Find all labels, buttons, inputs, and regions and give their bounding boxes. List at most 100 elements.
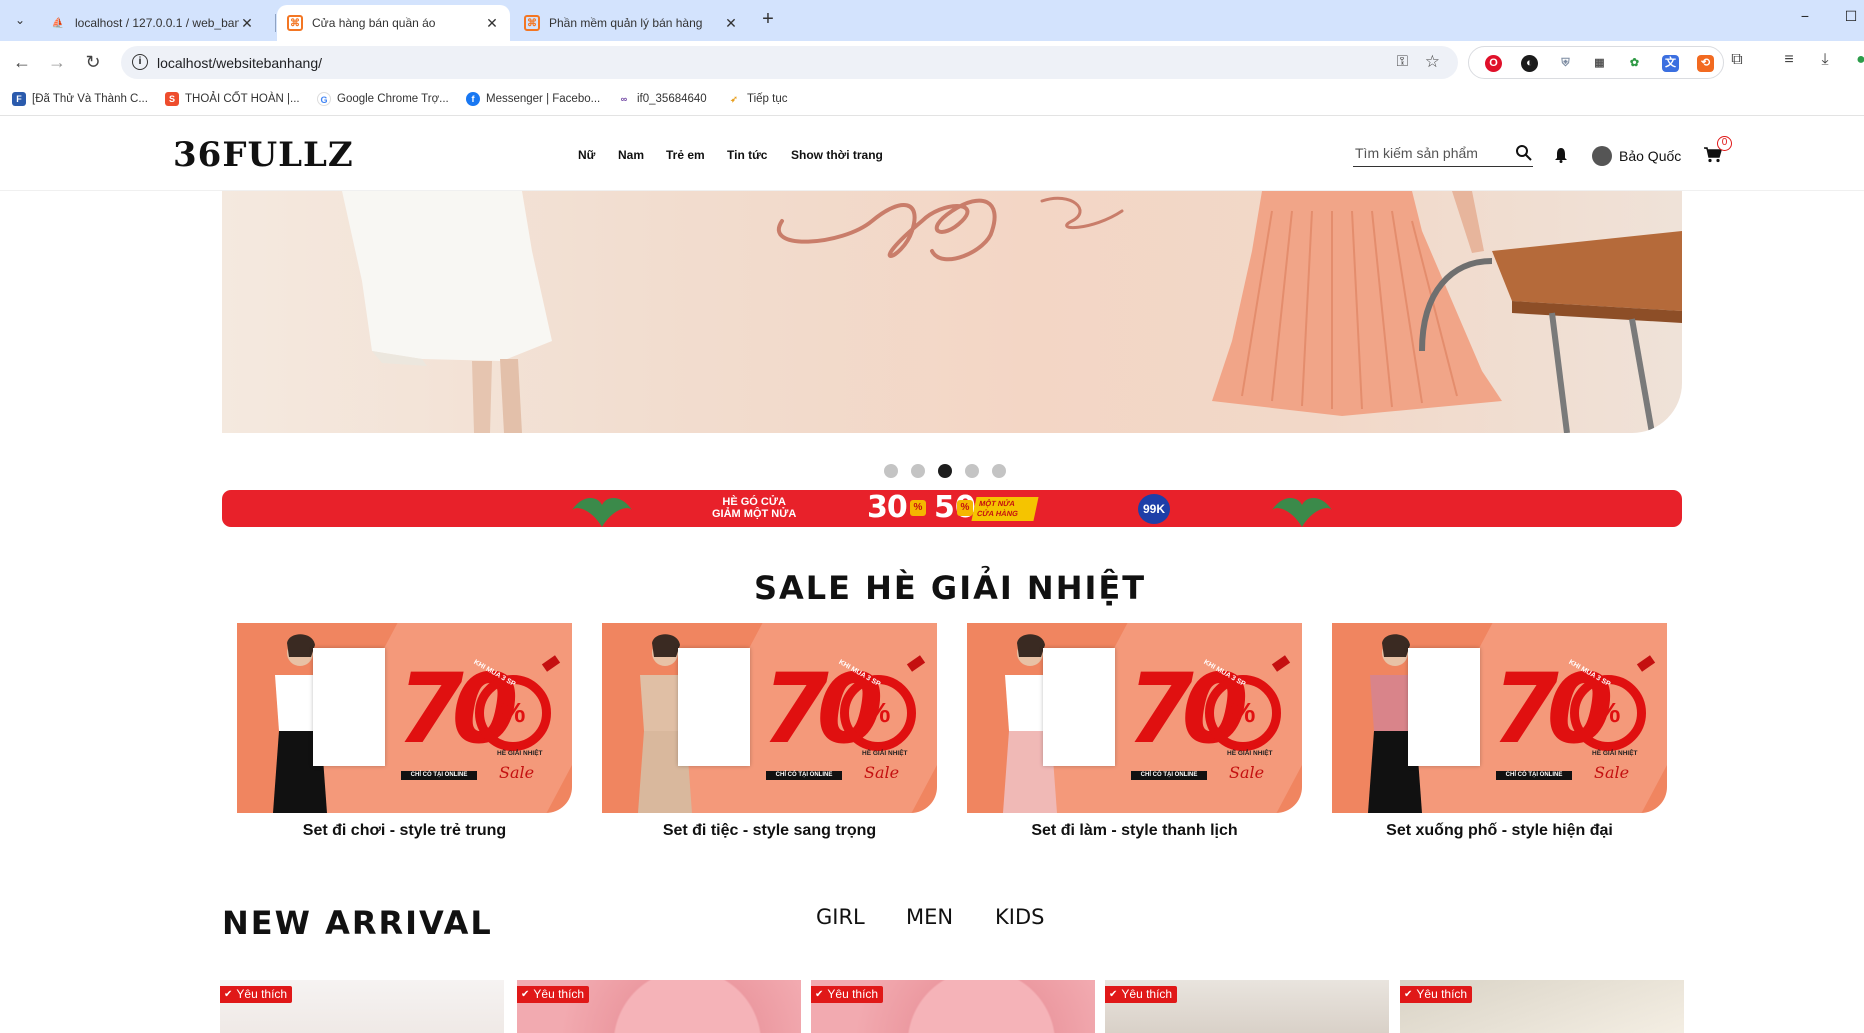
sale-script: Sale xyxy=(1229,763,1265,782)
product-card[interactable]: ✔ Yêu thích xyxy=(220,980,504,1033)
sale-script: Sale xyxy=(864,763,900,782)
extensions-puzzle-icon[interactable]: ⧉ xyxy=(1726,51,1748,69)
tab-search-button[interactable]: ⌄ xyxy=(9,9,31,31)
translate-extension-icon[interactable]: 文 xyxy=(1662,55,1679,72)
opera-extension-icon[interactable]: O xyxy=(1485,55,1502,72)
bookmark-item[interactable]: F [Đã Thử Và Thành C... xyxy=(12,92,148,106)
tab-title: Phần mềm quản lý bán hàng xyxy=(549,16,703,30)
shield-extension-icon[interactable]: ⛨ xyxy=(1557,55,1574,72)
tab-title: Cửa hàng bán quần áo xyxy=(312,16,436,30)
new-arrival-title: NEW ARRIVAL xyxy=(222,904,493,942)
tab-phpmyadmin[interactable]: ⛵ localhost / 127.0.0.1 / web_banhang ✕ xyxy=(40,5,265,41)
tab-title: localhost / 127.0.0.1 / web_banhang xyxy=(75,16,239,30)
hero-banner-image xyxy=(342,191,1682,433)
close-tab-icon[interactable]: ✕ xyxy=(239,15,255,32)
palm-leaf-icon xyxy=(572,498,632,527)
product-photo xyxy=(678,648,750,766)
bookmark-label: [Đã Thử Và Thành C... xyxy=(32,93,148,105)
favorite-badge: ✔ Yêu thích xyxy=(1105,986,1178,1003)
sale-card[interactable]: 70% KHI MUA 3 SP HÈ GIẢI NHIỆT CHỈ CÓ TẠI O… xyxy=(967,623,1302,813)
avatar[interactable] xyxy=(1592,146,1612,166)
new-tab-button[interactable]: + xyxy=(757,9,779,31)
forward-button[interactable]: → xyxy=(45,51,69,75)
promo-subtag-1: MỘT NỬA xyxy=(978,499,1016,508)
nav-men[interactable]: Nam xyxy=(618,148,644,162)
favorite-label: Yêu thích xyxy=(533,987,585,1001)
product-card[interactable]: ✔ Yêu thích xyxy=(1105,980,1389,1033)
back-button[interactable]: ← xyxy=(10,51,34,75)
carousel-dot-4[interactable] xyxy=(965,464,979,478)
profile-icon[interactable]: ● xyxy=(1850,51,1864,69)
nav-news[interactable]: Tin tức xyxy=(727,148,767,162)
check-icon: ✔ xyxy=(1404,989,1413,1000)
clover-extension-icon[interactable]: ✿ xyxy=(1626,55,1643,72)
product-card[interactable]: ✔ Yêu thích xyxy=(1400,980,1684,1033)
tab-girl[interactable]: GIRL xyxy=(816,905,865,929)
favorite-badge: ✔ Yêu thích xyxy=(220,986,293,1003)
bell-icon[interactable] xyxy=(1553,147,1569,163)
site-info-icon[interactable]: i xyxy=(132,54,148,70)
promo-30: 30 xyxy=(867,490,908,525)
favorite-label: Yêu thích xyxy=(827,987,879,1001)
product-card[interactable]: ✔ Yêu thích xyxy=(517,980,801,1033)
password-key-icon[interactable]: ⚿ xyxy=(1397,53,1408,70)
palm-leaf-icon xyxy=(1272,498,1332,527)
bookmark-label: Messenger | Facebo... xyxy=(486,93,601,105)
user-name[interactable]: Bảo Quốc xyxy=(1619,148,1681,164)
nav-kids[interactable]: Trẻ em xyxy=(666,148,705,162)
carousel-dot-1[interactable] xyxy=(884,464,898,478)
bookmark-item[interactable]: f Messenger | Facebo... xyxy=(466,92,600,106)
promo-line-1: HÈ GÓ CỬA xyxy=(722,496,786,508)
bookmark-item[interactable]: G Google Chrome Trợ... xyxy=(317,92,449,106)
sale-card[interactable]: 70% KHI MUA 3 SP HÈ GIẢI NHIỆT CHỈ CÓ TẠI O… xyxy=(237,623,572,813)
shopee-icon: S xyxy=(165,92,179,106)
carousel-dot-2[interactable] xyxy=(911,464,925,478)
online-only-label: CHỈ CÓ TẠI ONLINE xyxy=(1131,771,1207,780)
product-card[interactable]: ✔ Yêu thích xyxy=(811,980,1095,1033)
sale-card-caption[interactable]: Set đi làm - style thanh lịch xyxy=(967,822,1302,840)
bookmark-star-icon[interactable]: ☆ xyxy=(1425,52,1440,72)
sale-section-title: SALE HÈ GIẢI NHIỆT xyxy=(753,569,1147,607)
search-input[interactable]: Tìm kiếm sản phẩm xyxy=(1355,145,1478,161)
color-extension-icon[interactable]: ◐ xyxy=(1521,55,1538,72)
promo-banner[interactable]: HÈ GÓ CỬA GIẢM MỘT NỬA 30 % 50 % MỘT NỬA… xyxy=(222,490,1682,527)
close-tab-icon[interactable]: ✕ xyxy=(723,15,739,32)
site-logo[interactable]: 36FULLZ xyxy=(173,135,354,175)
tab-sales-software[interactable]: ⌘ Phần mềm quản lý bán hàng ✕ xyxy=(514,5,749,41)
product-photo xyxy=(313,648,385,766)
tab-shop[interactable]: ⌘ Cửa hàng bán quần áo ✕ xyxy=(277,5,510,41)
search-box[interactable]: Tìm kiếm sản phẩm xyxy=(1353,144,1533,167)
reading-list-icon[interactable]: ≡ xyxy=(1778,51,1800,69)
tab-men[interactable]: MEN xyxy=(906,905,953,929)
bookmark-label: Google Chrome Trợ... xyxy=(337,93,449,105)
url-text[interactable]: localhost/websitebanhang/ xyxy=(157,55,322,71)
tab-kids[interactable]: KIDS xyxy=(995,905,1044,929)
close-tab-icon[interactable]: ✕ xyxy=(484,15,500,32)
sale-card-caption[interactable]: Set đi chơi - style trẻ trung xyxy=(237,822,572,840)
bookmark-item[interactable]: S THOẢI CỐT HOÀN |... xyxy=(165,92,300,106)
minimize-button[interactable]: − xyxy=(1790,8,1820,24)
carousel-dot-3[interactable] xyxy=(938,464,952,478)
hero-banner[interactable] xyxy=(222,191,1682,433)
grid-extension-icon[interactable]: ▦ xyxy=(1591,55,1608,72)
address-bar[interactable]: i localhost/websitebanhang/ ⚿ ☆ xyxy=(121,46,1458,79)
bookmark-item[interactable]: ➶ Tiếp tục xyxy=(727,92,787,106)
favorite-badge: ✔ Yêu thích xyxy=(1400,986,1473,1003)
maximize-button[interactable]: ☐ xyxy=(1836,8,1864,25)
carousel-dot-5[interactable] xyxy=(992,464,1006,478)
check-icon: ✔ xyxy=(815,989,824,1000)
orange-extension-icon[interactable]: ⟲ xyxy=(1697,55,1714,72)
bookmark-item[interactable]: ∞ if0_35684640 xyxy=(617,92,707,106)
bookmark-label: if0_35684640 xyxy=(637,93,707,105)
favorite-label: Yêu thích xyxy=(1416,987,1468,1001)
nav-fashion-show[interactable]: Show thời trang xyxy=(791,148,883,162)
nav-women[interactable]: Nữ xyxy=(578,148,595,162)
sale-card[interactable]: 70% KHI MUA 3 SP HÈ GIẢI NHIỆT CHỈ CÓ TẠI O… xyxy=(1332,623,1667,813)
download-icon[interactable]: ⤓ xyxy=(1814,51,1836,69)
search-icon[interactable] xyxy=(1515,144,1533,162)
sale-card-caption[interactable]: Set xuống phố - style hiện đại xyxy=(1332,822,1667,840)
sale-card-caption[interactable]: Set đi tiệc - style sang trọng xyxy=(602,822,937,840)
sale-card[interactable]: 70% KHI MUA 3 SP HÈ GIẢI NHIỆT CHỈ CÓ TẠI O… xyxy=(602,623,937,813)
favorite-label: Yêu thích xyxy=(236,987,288,1001)
reload-button[interactable]: ↻ xyxy=(81,51,105,75)
